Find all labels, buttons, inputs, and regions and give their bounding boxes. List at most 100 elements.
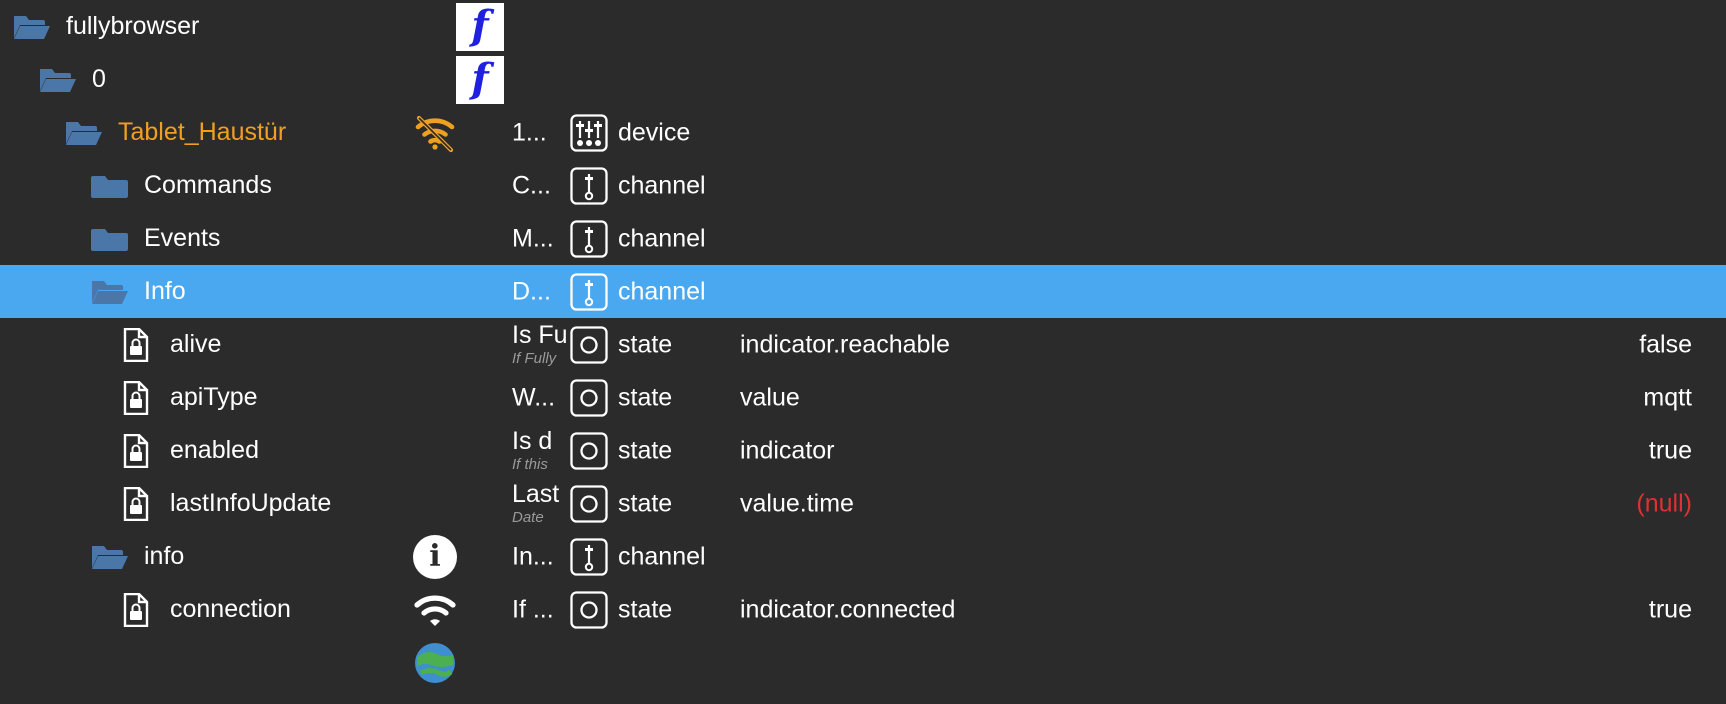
folder-open-icon — [38, 60, 78, 100]
description-column: W... — [512, 384, 576, 412]
row-name-cell[interactable]: lastInfoUpdate — [0, 477, 500, 530]
tree-row[interactable]: Tablet_Haustür 1... device — [0, 106, 1726, 159]
row-detail-cell: Is Fu If Fully state indicator.reachable fal… — [500, 318, 1726, 371]
description-subtitle: Date — [512, 510, 544, 526]
tree-row[interactable]: fullybrowser f — [0, 0, 1726, 53]
role-label: value.time — [740, 489, 854, 517]
channel-icon — [570, 272, 608, 311]
tree-row[interactable]: connection If ... state indicator.connected… — [0, 583, 1726, 636]
row-label: fullybrowser — [66, 12, 200, 40]
fully-browser-favicon: f — [456, 54, 504, 104]
row-name-cell[interactable]: 0 — [0, 53, 500, 106]
description-column: Is Fu If Fully — [512, 322, 576, 368]
state-icon — [570, 484, 608, 523]
wifi-icon — [412, 587, 458, 633]
folder-open-icon — [12, 7, 52, 47]
row-name-cell[interactable]: Events — [0, 212, 500, 265]
state-icon — [570, 325, 608, 364]
tree-row-partial[interactable] — [0, 636, 1726, 689]
folder-open-icon — [90, 537, 130, 577]
row-label: lastInfoUpdate — [170, 489, 332, 517]
description-title: M... — [512, 224, 554, 252]
description-column: M... — [512, 225, 576, 253]
description-subtitle: If this — [512, 457, 548, 473]
row-label: enabled — [170, 436, 259, 464]
doc-lock-icon — [116, 431, 156, 471]
row-detail-cell: C... channel — [500, 159, 1726, 212]
state-value[interactable]: true — [1649, 595, 1692, 624]
row-name-cell[interactable]: enabled — [0, 424, 500, 477]
tree-row[interactable]: apiType W... state value mqtt — [0, 371, 1726, 424]
doc-lock-icon — [116, 378, 156, 418]
state-value[interactable]: mqtt — [1643, 383, 1692, 412]
row-label: apiType — [170, 383, 258, 411]
row-label: Info — [144, 277, 186, 305]
state-icon — [570, 378, 608, 417]
info-glyph: i — [413, 534, 457, 579]
row-name-cell[interactable]: alive — [0, 318, 500, 371]
tree-row[interactable]: enabled Is d If this state indicator true — [0, 424, 1726, 477]
folder-closed-icon — [90, 219, 130, 259]
folder-closed-icon — [90, 166, 130, 206]
row-name-cell[interactable]: Commands — [0, 159, 500, 212]
tree-row[interactable]: 0f — [0, 53, 1726, 106]
row-label: alive — [170, 330, 222, 358]
description-title: Is Fu — [512, 321, 568, 349]
description-title: In... — [512, 542, 554, 570]
row-detail-cell: M... channel — [500, 212, 1726, 265]
row-name-cell[interactable]: Info — [0, 265, 500, 318]
fully-browser-favicon: f — [456, 1, 504, 51]
favicon-glyph: f — [471, 1, 489, 49]
tree-row[interactable]: info i In... channel — [0, 530, 1726, 583]
folder-open-icon — [64, 113, 104, 153]
description-column: D... — [512, 278, 576, 306]
role-label: indicator.reachable — [740, 330, 950, 358]
row-detail-cell: W... state value mqtt — [500, 371, 1726, 424]
wifi-off-icon — [412, 110, 458, 156]
tree-row[interactable]: Info D... channel — [0, 265, 1726, 318]
object-type-label: state — [618, 489, 673, 517]
favicon-glyph: f — [471, 54, 489, 102]
object-type-label: state — [618, 383, 673, 411]
channel-icon — [570, 219, 608, 258]
object-type-label: channel — [618, 224, 706, 252]
object-type-label: state — [618, 436, 673, 464]
channel-icon — [570, 166, 608, 205]
description-title: W... — [512, 383, 556, 411]
object-tree[interactable]: fullybrowser f 0 f Tablet_Haustür 1... device C… — [0, 0, 1726, 704]
row-name-cell[interactable]: apiType — [0, 371, 500, 424]
state-value[interactable]: true — [1649, 436, 1692, 465]
object-type-label: state — [618, 330, 673, 358]
object-type-label: channel — [618, 277, 706, 305]
role-label: value — [740, 383, 800, 411]
description-column: 1... — [512, 119, 576, 147]
object-type-label: state — [618, 595, 673, 623]
state-icon — [570, 590, 608, 629]
row-detail-cell: f — [456, 0, 1726, 53]
row-detail-cell: i In... channel — [413, 530, 1726, 583]
row-detail-cell: Last Date state value.time (null) — [500, 477, 1726, 530]
row-detail-cell — [415, 636, 1726, 689]
state-value[interactable]: false — [1639, 330, 1692, 359]
tree-row[interactable]: alive Is Fu If Fully state indicator.reachab… — [0, 318, 1726, 371]
description-title: Last — [512, 480, 560, 508]
device-icon — [570, 113, 608, 152]
row-detail-cell: 1... device — [415, 106, 1726, 159]
description-column: In... — [512, 543, 576, 571]
row-detail-cell: Is d If this state indicator true — [500, 424, 1726, 477]
description-subtitle: If Fully — [512, 351, 557, 367]
description-title: D... — [512, 277, 551, 305]
tree-row[interactable]: Events M... channel — [0, 212, 1726, 265]
tree-row[interactable]: lastInfoUpdate Last Date state value.time (nu… — [0, 477, 1726, 530]
description-column: If ... — [512, 596, 576, 624]
tree-row[interactable]: Commands C... channel — [0, 159, 1726, 212]
state-icon — [570, 431, 608, 470]
row-detail-cell: D... channel — [500, 265, 1726, 318]
state-value[interactable]: (null) — [1636, 489, 1692, 518]
description-column: Is d If this — [512, 428, 576, 474]
row-name-cell[interactable]: fullybrowser — [0, 0, 500, 53]
description-title: Is d — [512, 427, 553, 455]
object-type-label: device — [618, 118, 691, 146]
row-label: 0 — [92, 65, 106, 93]
row-detail-cell: f — [456, 53, 1726, 106]
